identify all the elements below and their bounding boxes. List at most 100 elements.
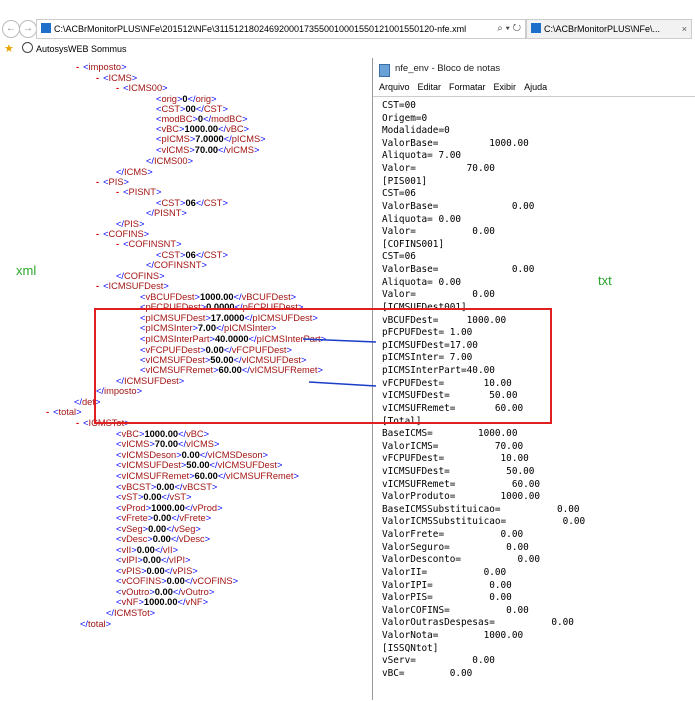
collapse-toggle[interactable]: -	[46, 407, 49, 417]
collapse-toggle[interactable]: -	[96, 281, 99, 291]
notepad-line: ValorProduto= 1000.00	[382, 491, 541, 503]
menu-arquivo[interactable]: Arquivo	[379, 82, 410, 92]
xml-bracket: >	[232, 576, 238, 586]
xml-bracket: </	[170, 534, 179, 544]
forward-button[interactable]: →	[19, 20, 37, 38]
collapse-toggle[interactable]: -	[116, 83, 119, 93]
menu-editar[interactable]: Editar	[418, 82, 442, 92]
xml-bracket: </	[146, 208, 155, 218]
notepad-line: [ISSQNtot]	[382, 642, 439, 654]
xml-tag-name: PISNT	[128, 187, 156, 197]
xml-line: - <PISNT>	[116, 187, 161, 198]
close-icon[interactable]: ×	[682, 20, 687, 38]
xml-value: 0.00	[166, 576, 185, 586]
notepad-line: Valor= 0.00	[382, 226, 495, 238]
xml-value: 0.00	[142, 555, 161, 565]
navigation-bar: ← → C:\ACBrMonitorPLUS\NFe\201512\NFe\31…	[0, 18, 695, 40]
xml-bracket: >	[293, 471, 299, 481]
xml-bracket: >	[163, 281, 169, 291]
xml-bracket: >	[149, 608, 156, 618]
xml-tag-name: vICMSUFRemet	[121, 471, 190, 481]
xml-tag-name: vST	[121, 492, 138, 502]
xml-bracket: </	[154, 545, 163, 555]
menu-formatar[interactable]: Formatar	[449, 82, 486, 92]
xml-tag-name: modBC	[161, 114, 193, 124]
xml-tag-name: CST	[161, 104, 181, 114]
xml-value: 0.00	[181, 450, 200, 460]
xml-bracket: </	[217, 471, 226, 481]
xml-tag-name: vII	[121, 545, 132, 555]
xml-bracket: >	[143, 229, 150, 239]
xml-tag-name: vICMSUFRemet	[225, 471, 294, 481]
collapse-toggle[interactable]: -	[76, 418, 79, 428]
xml-tag-name: vFrete	[179, 513, 206, 523]
xml-tag-name: ICMS	[108, 72, 132, 83]
xml-line: </ICMSTot>	[106, 608, 155, 619]
xml-tag-name: modBC	[211, 114, 243, 124]
xml-tag-name: COFINSNT	[154, 260, 202, 270]
collapse-toggle[interactable]: -	[116, 187, 119, 197]
xml-bracket: >	[202, 597, 209, 607]
favorites-bar: ★ AutosysWEB Sommus	[0, 42, 695, 56]
menu-ajuda[interactable]: Ajuda	[524, 82, 547, 92]
xml-bracket: >	[192, 566, 198, 576]
xml-bracket: </	[116, 167, 125, 177]
xml-bracket: </	[106, 608, 115, 618]
xml-value: 0.00	[136, 545, 155, 555]
browser-tab[interactable]: C:\ACBrMonitorPLUS\NFe\... ×	[526, 19, 692, 39]
xml-value: 70.00	[194, 145, 219, 155]
favorite-link-label: AutosysWEB Sommus	[36, 44, 127, 54]
address-bar[interactable]: C:\ACBrMonitorPLUS\NFe\201512\NFe\311512…	[36, 19, 526, 39]
xml-bracket: >	[176, 239, 182, 249]
xml-bracket: >	[186, 492, 192, 502]
favorites-star-icon[interactable]: ★	[4, 42, 14, 56]
collapse-toggle[interactable]: -	[96, 177, 99, 187]
xml-tag-name: vNF	[185, 597, 203, 607]
search-icon[interactable]: ⌕	[497, 23, 503, 34]
xml-tag-name: vPIS	[121, 566, 142, 576]
xml-tag-name: PIS	[108, 177, 124, 187]
notepad-line: CST=06	[382, 188, 416, 200]
xml-bracket: >	[217, 503, 223, 513]
xml-tag-name: CST	[203, 198, 223, 208]
notepad-line: ValorDesconto= 0.00	[382, 554, 541, 566]
xml-tag-name: vOutro	[180, 587, 209, 597]
xml-tag-name: total	[58, 407, 77, 417]
collapse-toggle[interactable]: -	[76, 62, 79, 72]
xml-bracket: </	[223, 134, 232, 144]
xml-line: <vIPI>0.00</vIPI>	[116, 555, 190, 566]
collapse-toggle[interactable]: -	[116, 239, 119, 249]
tab-title: C:\ACBrMonitorPLUS\NFe\...	[544, 24, 661, 34]
xml-tag-name: vProd	[121, 503, 146, 513]
xml-tag-name: vBC	[161, 124, 180, 134]
xml-bracket: </	[195, 250, 204, 260]
xml-value: 0.00	[146, 566, 165, 576]
xml-tag-name: vNF	[121, 597, 139, 607]
xml-tag-name: vDesc	[121, 534, 148, 544]
xml-tag-name: total	[88, 619, 106, 629]
refresh-icon[interactable]: ↻	[513, 23, 521, 34]
back-arrow-icon: ←	[6, 23, 16, 34]
xml-line: <vCOFINS>0.00</vCOFINS>	[116, 576, 238, 587]
collapse-toggle[interactable]: -	[96, 73, 99, 83]
ie-page-icon	[41, 23, 51, 33]
xml-bracket: >	[155, 187, 162, 197]
notepad-line: ValorICMS= 70.00	[382, 440, 524, 452]
xml-line: <vST>0.00</vST>	[116, 492, 192, 503]
xml-tag-name: vBCST	[121, 482, 151, 492]
xml-value: 60.00	[194, 471, 218, 481]
xml-value: 0.00	[154, 587, 173, 597]
xml-tag-name: vBCST	[182, 482, 212, 492]
favorite-link[interactable]: AutosysWEB Sommus	[22, 42, 127, 56]
xml-tag-name: vICMSDeson	[121, 450, 177, 460]
collapse-toggle[interactable]: -	[96, 229, 99, 239]
menu-exibir[interactable]: Exibir	[494, 82, 517, 92]
address-text: C:\ACBrMonitorPLUS\NFe\201512\NFe\311512…	[54, 24, 467, 34]
chevron-down-icon[interactable]: ▾	[506, 23, 510, 34]
back-button[interactable]: ←	[2, 20, 20, 38]
xml-tag-name: vICMS	[186, 439, 214, 449]
xml-tag-name: vICMSUFDest	[217, 460, 277, 470]
xml-bracket: >	[76, 407, 82, 417]
notepad-line: ValorPIS= 0.00	[382, 592, 512, 604]
txt-label: txt	[598, 273, 612, 288]
